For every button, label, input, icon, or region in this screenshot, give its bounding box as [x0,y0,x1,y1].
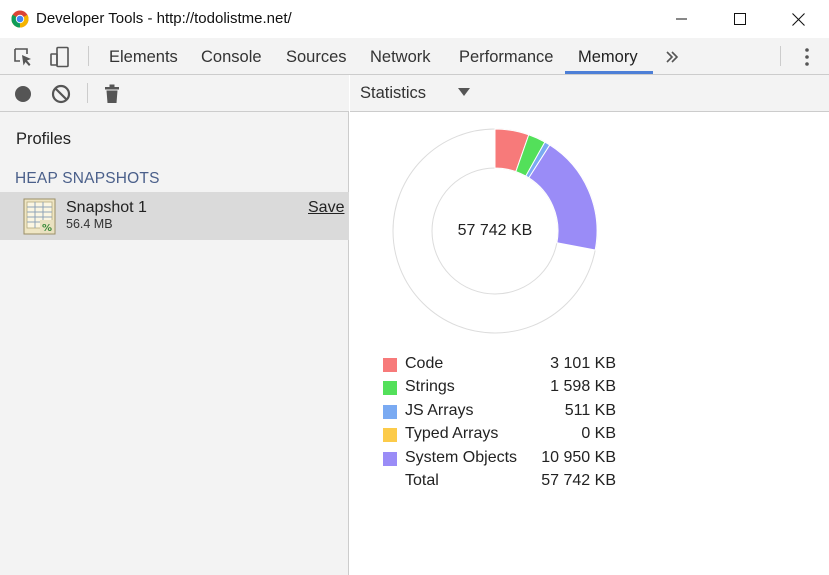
tab-network[interactable]: Network [370,38,431,74]
tab-console[interactable]: Console [201,38,262,74]
close-icon [791,12,805,26]
snapshot-list-item[interactable]: % Snapshot 1 56.4 MB Save [0,192,349,240]
tab-sources[interactable]: Sources [286,38,347,74]
legend-label: System Objects [405,448,518,466]
legend-label: Total [405,471,439,489]
close-button[interactable] [769,0,827,38]
heap-snapshot-icon: % [23,198,56,235]
inspect-element-icon [14,48,31,66]
toolbar-divider [87,83,88,103]
collect-garbage-button[interactable] [101,83,123,105]
legend-row: Typed Arrays 0 KB [382,425,632,448]
legend-value: 1 598 KB [550,378,616,396]
snapshot-view: Statistics 57 742 KB Code 3 101 KB Strings… [350,75,829,575]
minimize-button[interactable] [653,0,711,38]
profiles-sidebar: Profiles HEAP SNAPSHOTS % Snapshot 1 56.… [0,75,349,575]
toolbar-divider [88,46,89,66]
legend-swatch [383,428,397,443]
legend-row: Strings 1 598 KB [382,378,632,401]
record-icon [15,86,31,102]
legend-value: 57 742 KB [541,471,616,489]
more-tabs-button[interactable] [660,45,684,69]
tab-performance[interactable]: Performance [459,38,553,74]
legend-label: Strings [405,378,455,396]
legend-value: 0 KB [581,425,616,443]
legend-swatch [383,404,397,419]
dropdown-arrow-icon[interactable] [458,88,470,96]
tab-elements[interactable]: Elements [109,38,178,74]
toolbar-divider [780,46,781,66]
legend-swatch [383,358,397,372]
inspect-element-button[interactable] [11,45,35,69]
legend-swatch [383,451,397,466]
snapshot-view-toolbar: Statistics [350,75,829,112]
legend-row: Total 57 742 KB [382,472,632,495]
donut-center-total: 57 742 KB [457,222,533,239]
heap-snapshots-header: HEAP SNAPSHOTS [15,170,160,187]
device-toolbar-button[interactable] [48,45,72,69]
view-selector[interactable]: Statistics [360,84,426,103]
legend-label: JS Arrays [405,401,474,419]
profiles-toolbar [0,75,349,112]
snapshot-name: Snapshot 1 [66,199,147,216]
devtools-tab-bar: Elements Console Sources Network Perform… [0,38,829,75]
clear-icon [51,84,71,104]
trash-icon [105,84,119,103]
maximize-button[interactable] [711,0,769,38]
profiles-title: Profiles [16,130,72,148]
legend-value: 3 101 KB [550,355,616,372]
window-title-bar: Developer Tools - http://todolistme.net/ [0,0,829,38]
svg-text:%: % [42,223,52,234]
chevron-double-right-icon [666,51,679,63]
clear-profiles-button[interactable] [50,83,72,105]
window-title: Developer Tools - http://todolistme.net/ [36,10,292,27]
legend-swatch [383,381,397,396]
tab-memory[interactable]: Memory [578,38,638,74]
save-snapshot-link[interactable]: Save [308,199,344,217]
take-snapshot-button[interactable] [12,83,34,105]
maximize-icon [734,13,746,25]
legend-row: System Objects 10 950 KB [382,449,632,472]
legend-row: Code 3 101 KB [382,355,632,378]
legend-value: 10 950 KB [541,448,616,466]
legend-row: JS Arrays 511 KB [382,402,632,425]
chrome-logo-icon [11,10,29,28]
legend-label: Typed Arrays [405,425,499,443]
snapshot-size: 56.4 MB [66,217,113,231]
device-toolbar-icon [50,46,69,68]
kebab-menu-icon [805,48,809,66]
minimize-icon [676,18,687,20]
active-tab-indicator [565,71,653,74]
customize-menu-button[interactable] [795,45,819,69]
legend-value: 511 KB [564,401,616,419]
legend-label: Code [405,355,444,372]
statistics-legend: Code 3 101 KB Strings 1 598 KB JS Arrays 511 … [382,355,632,495]
